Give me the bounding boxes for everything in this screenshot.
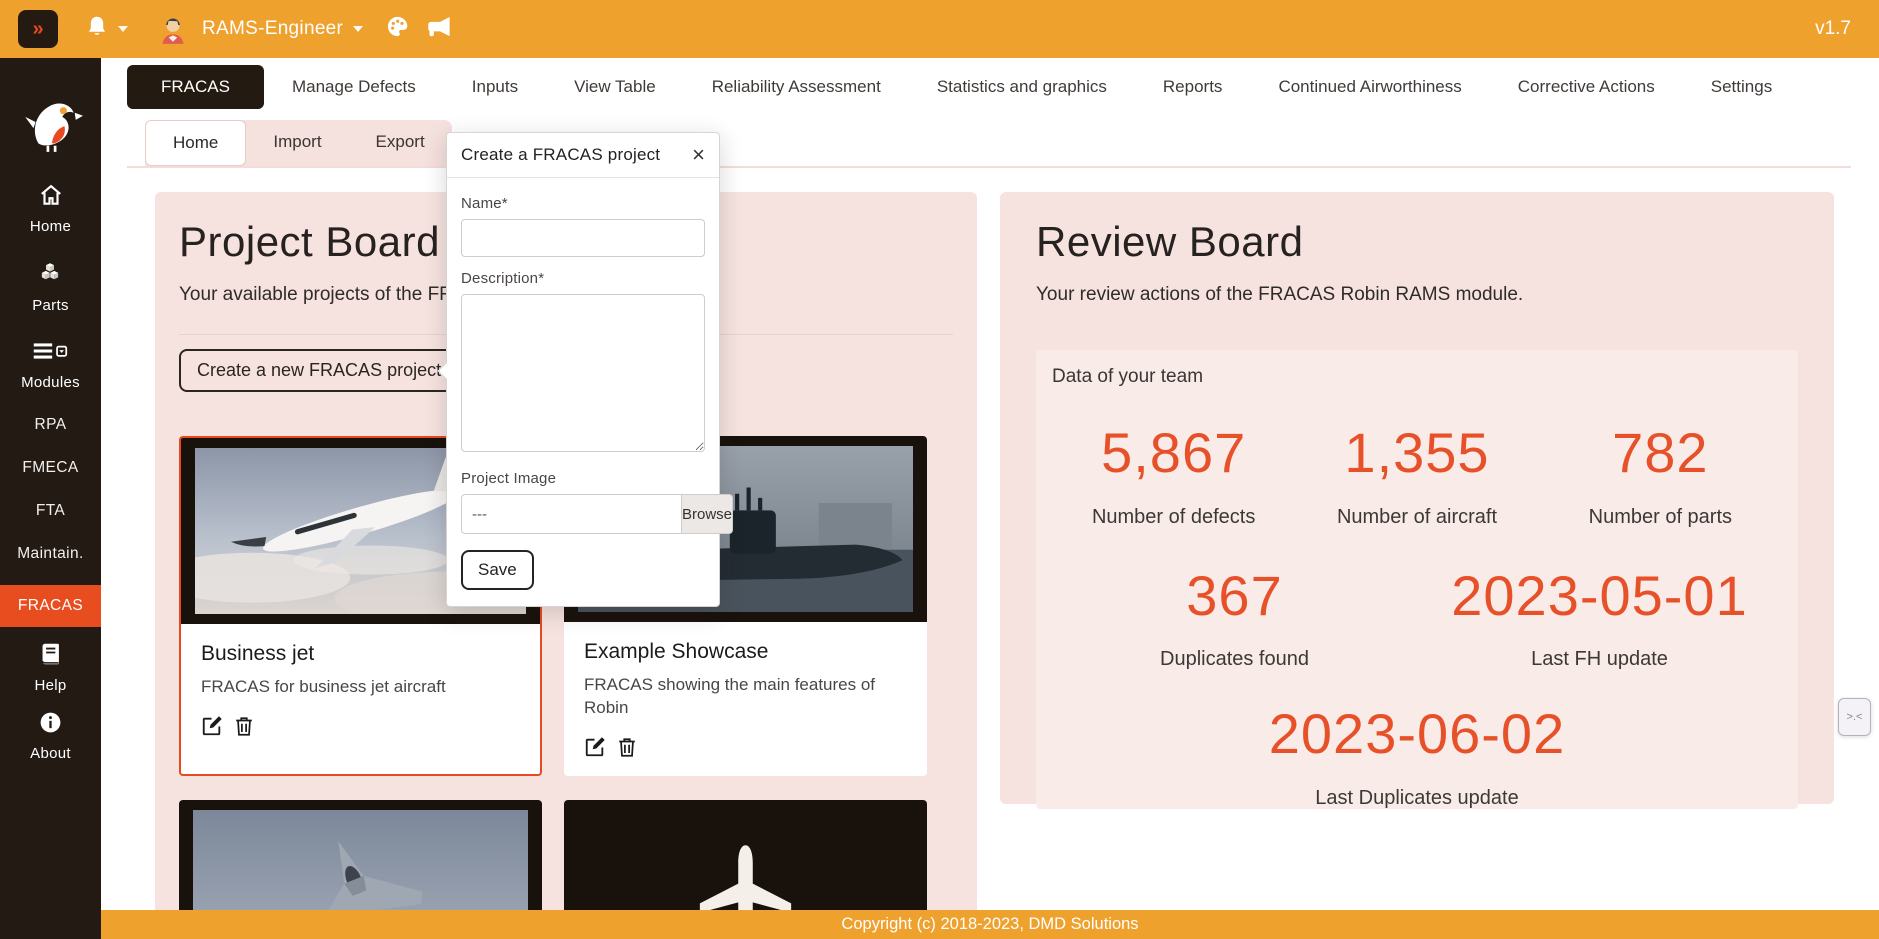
name-field[interactable]: [461, 219, 705, 257]
edit-project-icon[interactable]: [201, 715, 223, 737]
stat-aircraft: 1,355 Number of aircraft: [1295, 422, 1538, 529]
stat-last-fh-update: 2023-05-01 Last FH update: [1417, 565, 1782, 672]
tab-statistics-and-graphics[interactable]: Statistics and graphics: [909, 65, 1135, 109]
stat-duplicates: 367 Duplicates found: [1052, 565, 1417, 672]
create-fracas-project-dialog: Create a FRACAS project × Name* Descript…: [446, 132, 720, 607]
sidebar-item-label: Home: [30, 218, 71, 235]
team-data-panel: Data of your team 5,867 Number of defect…: [1036, 350, 1798, 809]
stat-value: 1,355: [1295, 422, 1538, 484]
stat-label: Last FH update: [1417, 648, 1782, 671]
user-menu-caret-icon[interactable]: [353, 26, 363, 32]
stat-value: 367: [1052, 565, 1417, 627]
review-board-panel: Review Board Your review actions of the …: [1000, 192, 1834, 804]
stat-last-duplicates-update: 2023-06-02 Last Duplicates update: [1052, 703, 1782, 810]
subtab-export[interactable]: Export: [349, 120, 452, 166]
robin-logo: [18, 88, 84, 158]
project-name: Business jet: [201, 642, 520, 666]
main-content: FRACAS Manage Defects Inputs View Table …: [101, 58, 1879, 939]
review-board-title: Review Board: [1036, 218, 1798, 266]
stat-value: 782: [1539, 422, 1782, 484]
stat-label: Number of defects: [1052, 506, 1295, 529]
notifications-bell-icon[interactable]: [84, 14, 110, 45]
sidebar-expand-button[interactable]: »: [18, 10, 58, 48]
stat-parts: 782 Number of parts: [1539, 422, 1782, 529]
project-name: Example Showcase: [584, 640, 907, 664]
stat-label: Last Duplicates update: [1052, 787, 1782, 810]
business-jet-card-body: Business jet FRACAS for business jet air…: [181, 624, 540, 755]
parts-cubes-icon: [35, 259, 65, 292]
tab-reliability-assessment[interactable]: Reliability Assessment: [684, 65, 909, 109]
project-description: FRACAS showing the main features of Robi…: [584, 674, 907, 720]
create-project-button[interactable]: Create a new FRACAS project: [179, 349, 459, 392]
description-field[interactable]: [461, 294, 705, 452]
stat-value: 2023-05-01: [1417, 565, 1782, 627]
top-bar: » RAMS-Engineer v1.7: [0, 0, 1879, 58]
tab-settings[interactable]: Settings: [1683, 65, 1800, 109]
sidebar-item-help[interactable]: Help: [34, 641, 66, 694]
delete-project-icon[interactable]: [233, 715, 255, 737]
username-label[interactable]: RAMS-Engineer: [202, 18, 343, 40]
project-image-field[interactable]: [461, 494, 681, 534]
tab-continued-airworthiness[interactable]: Continued Airworthiness: [1250, 65, 1489, 109]
sidebar-item-label: Parts: [32, 297, 69, 314]
example-showcase-card-body: Example Showcase FRACAS showing the main…: [564, 622, 927, 776]
stat-value: 5,867: [1052, 422, 1295, 484]
stat-value: 2023-06-02: [1052, 703, 1782, 765]
sidebar-item-maintain[interactable]: Maintain.: [17, 545, 84, 563]
home-icon: [37, 182, 65, 213]
browse-button[interactable]: Browse: [681, 494, 733, 534]
tab-fracas[interactable]: FRACAS: [127, 65, 264, 109]
tab-corrective-actions[interactable]: Corrective Actions: [1490, 65, 1683, 109]
subtab-import[interactable]: Import: [246, 120, 348, 166]
sidebar-item-home[interactable]: Home: [30, 182, 71, 235]
tab-manage-defects[interactable]: Manage Defects: [264, 65, 444, 109]
stat-label: Number of parts: [1539, 506, 1782, 529]
dialog-title: Create a FRACAS project: [461, 145, 660, 165]
description-field-label: Description*: [461, 270, 705, 287]
info-circle-icon: [38, 710, 63, 740]
notifications-caret-icon[interactable]: [118, 26, 128, 32]
tab-inputs[interactable]: Inputs: [444, 65, 546, 109]
save-button[interactable]: Save: [461, 550, 534, 590]
stat-defects: 5,867 Number of defects: [1052, 422, 1295, 529]
app-version-label: v1.7: [1815, 18, 1851, 40]
sub-tab-bar: Home Import Export: [145, 120, 452, 166]
sidebar-item-modules[interactable]: Modules: [21, 338, 80, 391]
feedback-widget-button[interactable]: >.<: [1838, 698, 1871, 736]
sidebar: Home Parts Modules RPA FMECA FTA Maintai…: [0, 58, 101, 939]
project-image-label: Project Image: [461, 470, 705, 487]
sidebar-item-label: Help: [34, 677, 66, 694]
theme-palette-icon[interactable]: [385, 14, 410, 44]
sidebar-item-rpa[interactable]: RPA: [35, 416, 67, 434]
sidebar-item-fracas-active[interactable]: FRACAS: [0, 585, 101, 627]
review-board-subtitle: Your review actions of the FRACAS Robin …: [1036, 284, 1798, 306]
announcements-megaphone-icon[interactable]: [426, 13, 453, 45]
copyright-text: Copyright (c) 2018-2023, DMD Solutions: [841, 915, 1138, 934]
sidebar-item-label: About: [30, 745, 71, 762]
user-avatar[interactable]: [156, 12, 190, 46]
sub-tab-divider: [127, 166, 1851, 168]
delete-project-icon[interactable]: [616, 736, 638, 758]
sidebar-item-parts[interactable]: Parts: [32, 259, 69, 314]
close-icon[interactable]: ×: [692, 144, 705, 166]
sidebar-item-fmeca[interactable]: FMECA: [22, 459, 78, 477]
project-description: FRACAS for business jet aircraft: [201, 676, 520, 699]
tab-view-table[interactable]: View Table: [546, 65, 684, 109]
sidebar-item-label: Modules: [21, 374, 80, 391]
sidebar-item-fta[interactable]: FTA: [36, 502, 65, 520]
name-field-label: Name*: [461, 195, 705, 212]
subtab-home[interactable]: Home: [145, 120, 246, 166]
stat-label: Number of aircraft: [1295, 506, 1538, 529]
team-data-label: Data of your team: [1052, 366, 1782, 388]
tab-reports[interactable]: Reports: [1135, 65, 1251, 109]
stat-label: Duplicates found: [1052, 648, 1417, 671]
footer-bar: Copyright (c) 2018-2023, DMD Solutions: [101, 910, 1879, 939]
edit-project-icon[interactable]: [584, 736, 606, 758]
help-book-icon: [38, 641, 64, 672]
modules-menu-icon: [30, 338, 70, 369]
sidebar-item-about[interactable]: About: [30, 710, 71, 762]
module-tab-bar: FRACAS Manage Defects Inputs View Table …: [101, 58, 1879, 116]
